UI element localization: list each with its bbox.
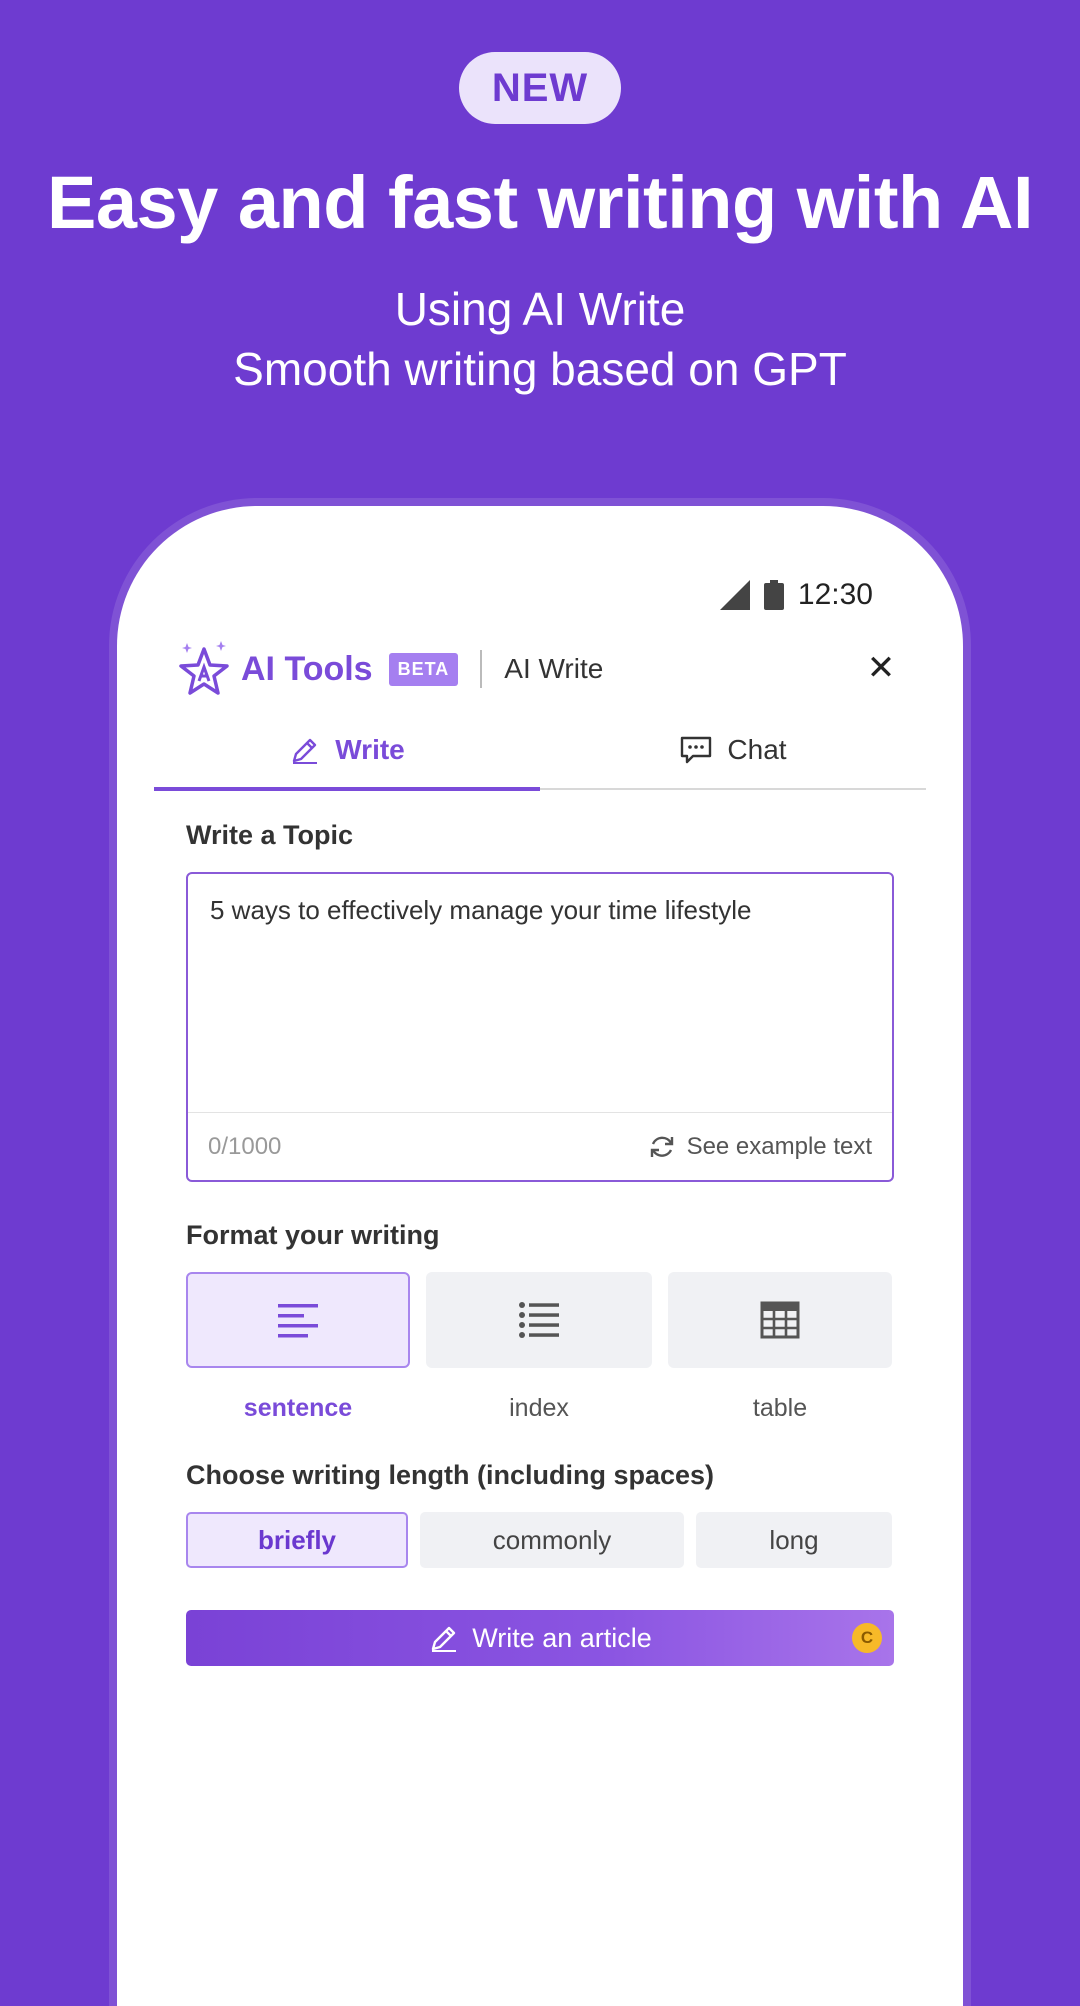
coin-icon: C (852, 1623, 882, 1653)
status-time: 12:30 (797, 578, 873, 611)
topic-input-value[interactable]: 5 ways to effectively manage your time l… (210, 892, 870, 1092)
length-option-briefly[interactable]: briefly (186, 1512, 408, 1568)
signal-icon (719, 580, 750, 610)
new-badge: NEW (459, 52, 621, 124)
table-icon (760, 1301, 800, 1339)
status-bar: 12:30 (719, 578, 873, 612)
phone-mockup: 12:30 AI Tools BETA AI Write ✕ Write Cha… (117, 506, 963, 2006)
topic-label: Write a Topic (186, 820, 354, 850)
length-options: briefly commonly long (186, 1512, 892, 1568)
length-option-commonly[interactable]: commonly (420, 1512, 684, 1568)
refresh-icon (650, 1136, 673, 1157)
write-article-button[interactable]: Write an article C (186, 1610, 894, 1666)
format-options: sentence index table (186, 1272, 892, 1422)
promo-subline-2: Smooth writing based on GPT (233, 343, 847, 395)
format-option-table[interactable] (668, 1272, 892, 1368)
tab-bar: Write Chat (154, 712, 926, 791)
format-option-index[interactable] (426, 1272, 652, 1368)
tab-write[interactable]: Write (154, 712, 540, 791)
format-label-sentence: sentence (243, 1394, 353, 1422)
section-title: AI Write (504, 653, 604, 684)
promo-headline: Easy and fast writing with AI (46, 161, 1034, 244)
tab-chat-label: Chat (727, 734, 787, 765)
format-label: Format your writing (186, 1220, 440, 1250)
length-option-long[interactable]: long (696, 1512, 892, 1568)
format-label-table: table (752, 1394, 808, 1422)
battery-icon (763, 580, 784, 610)
beta-badge: BETA (388, 652, 459, 686)
topic-input-footer: 0/1000 See example text (188, 1112, 892, 1180)
tab-chat[interactable]: Chat (540, 712, 926, 788)
list-icon (519, 1302, 559, 1338)
align-left-icon (278, 1304, 318, 1338)
brand-name: AI Tools (241, 649, 373, 688)
see-example-link[interactable]: See example text (647, 1132, 872, 1162)
app-header: AI Tools BETA AI Write ✕ (179, 634, 901, 704)
length-label: Choose writing length (including spaces) (186, 1460, 715, 1490)
tab-write-label: Write (335, 734, 405, 765)
chat-bubble-icon (681, 736, 712, 764)
header-divider (480, 650, 483, 688)
format-option-sentence[interactable] (186, 1272, 410, 1368)
char-counter: 0/1000 (208, 1132, 282, 1160)
format-label-index: index (509, 1394, 569, 1422)
pencil-icon (293, 738, 318, 764)
ai-star-logo-icon (179, 641, 229, 695)
close-icon[interactable]: ✕ (861, 648, 901, 688)
promo-subline-1: Using AI Write (394, 283, 686, 335)
see-example-label: See example text (686, 1132, 872, 1160)
topic-input[interactable]: 5 ways to effectively manage your time l… (186, 872, 894, 1182)
write-article-label: Write an article (472, 1622, 652, 1653)
pencil-icon (432, 1626, 457, 1652)
